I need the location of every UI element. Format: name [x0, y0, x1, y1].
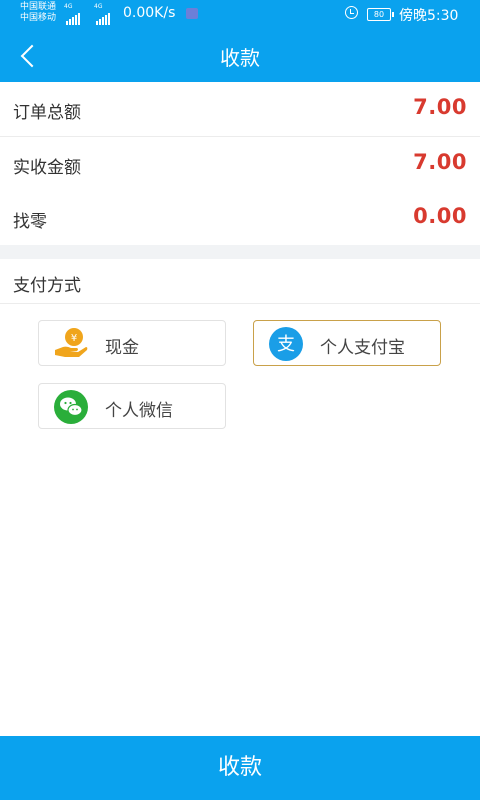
- carrier-names: 中国联通 中国移动: [20, 2, 56, 24]
- status-bar: 中国联通 中国移动 4G 4G 0.00K/s 80 傍晚5:30: [0, 0, 480, 28]
- change-row: 找零 0.00: [0, 191, 480, 246]
- section-divider: [0, 245, 480, 259]
- change-label: 找零: [13, 212, 47, 232]
- order-total-row: 订单总额 7.00: [0, 82, 480, 137]
- payment-method-header: 支付方式: [0, 259, 480, 304]
- received-amount-value: 7.00: [413, 150, 467, 174]
- order-total-label: 订单总额: [13, 103, 81, 123]
- battery-icon: 80: [367, 8, 394, 21]
- network-type-2: 4G: [94, 3, 103, 10]
- status-time: 傍晚5:30: [399, 8, 459, 24]
- alarm-icon: [345, 6, 358, 19]
- received-amount-row: 实收金额 7.00: [0, 137, 480, 192]
- payment-option-cash-label: 现金: [105, 338, 139, 358]
- carrier-2: 中国移动: [20, 13, 57, 23]
- alipay-icon: 支: [269, 327, 303, 361]
- collect-payment-button[interactable]: 收款: [0, 736, 480, 800]
- payment-option-alipay[interactable]: 支 个人支付宝: [253, 320, 441, 366]
- signal-strength-icon: 4G: [94, 3, 111, 25]
- nav-bar: 收款: [0, 28, 480, 82]
- change-value: 0.00: [413, 204, 467, 228]
- cash-hand-icon: ¥: [55, 328, 88, 357]
- payment-option-wechat-label: 个人微信: [105, 401, 173, 421]
- order-total-value: 7.00: [413, 95, 467, 119]
- wechat-icon: [54, 390, 88, 424]
- payment-option-wechat[interactable]: 个人微信: [38, 383, 226, 429]
- payment-option-alipay-label: 个人支付宝: [320, 338, 405, 358]
- network-type-1: 4G: [64, 3, 73, 10]
- page-title: 收款: [220, 46, 260, 70]
- received-amount-label: 实收金额: [13, 158, 81, 178]
- payment-option-cash[interactable]: ¥ 现金: [38, 320, 226, 366]
- carrier-1: 中国联通: [20, 2, 57, 12]
- payment-method-title: 支付方式: [13, 276, 81, 296]
- signal-strength-icon: 4G: [64, 3, 81, 25]
- svg-text:支: 支: [277, 334, 295, 355]
- svg-text:¥: ¥: [71, 333, 77, 344]
- book-icon: [186, 8, 198, 19]
- network-speed: 0.00K/s: [123, 5, 176, 21]
